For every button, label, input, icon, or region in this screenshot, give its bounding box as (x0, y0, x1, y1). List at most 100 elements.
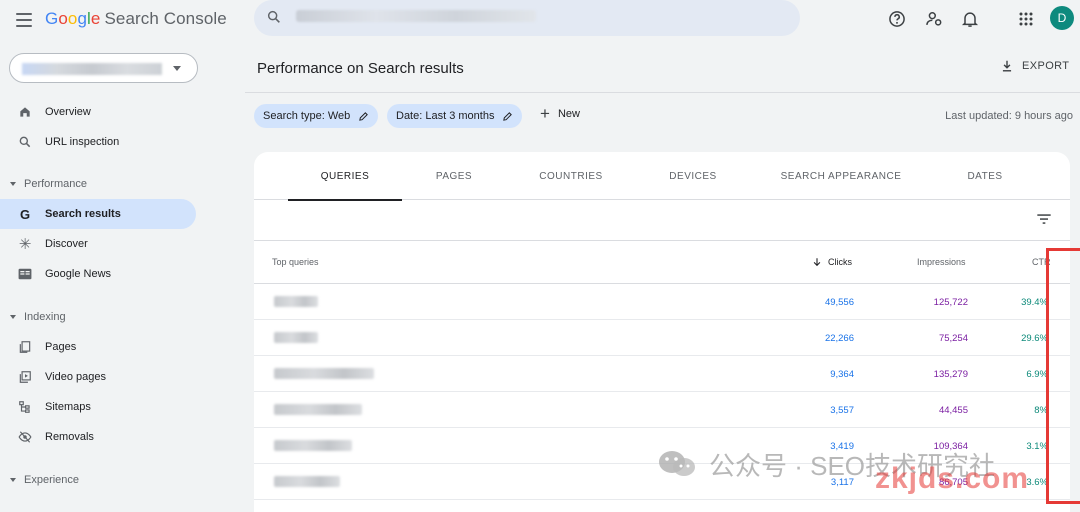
sidebar-item-label: Google News (45, 268, 112, 280)
apps-grid-icon[interactable] (1016, 9, 1036, 29)
property-name-redacted (22, 63, 162, 75)
sidebar-section-performance[interactable]: Performance (10, 178, 87, 190)
asterisk-icon: ✳ (18, 236, 32, 253)
clicks-header-label: Clicks (828, 257, 852, 267)
ctr-cell: 39.4% (1021, 297, 1048, 308)
logo-letter: G (45, 9, 59, 28)
query-text-redacted (274, 368, 374, 379)
impressions-cell: 135,279 (933, 369, 968, 380)
column-header-query[interactable]: Top queries (272, 257, 319, 267)
menu-icon[interactable] (14, 10, 34, 30)
sidebar-item-label: Video pages (45, 371, 106, 383)
sidebar-section-indexing[interactable]: Indexing (10, 311, 66, 323)
impressions-cell: 44,455 (938, 405, 968, 416)
clicks-cell: 22,266 (824, 333, 854, 344)
pencil-icon (503, 111, 513, 121)
tab-dates[interactable]: DATES (948, 152, 1022, 200)
sidebar-item-label: Overview (45, 106, 91, 118)
sitemap-icon (18, 400, 32, 414)
logo-letter: e (90, 9, 101, 28)
tab-search-appearance[interactable]: SEARCH APPEARANCE (770, 152, 912, 200)
avatar[interactable]: D (1050, 6, 1074, 30)
table-header: Top queries Clicks Impressions CTR (254, 240, 1070, 284)
main-content: Performance on Search results EXPORT Sea… (210, 40, 1080, 512)
removal-icon (18, 430, 32, 444)
sidebar-item-label: Search results (45, 208, 121, 220)
clicks-cell: 9,364 (830, 369, 854, 380)
table-row[interactable]: 9,364 135,279 6.9% (254, 356, 1070, 392)
tab-devices[interactable]: DEVICES (648, 152, 738, 200)
sidebar-item-label: Sitemaps (45, 401, 91, 413)
last-updated-text: Last updated: 9 hours ago (945, 110, 1073, 122)
chip-label: Date: Last 3 months (396, 110, 495, 122)
filter-chip-date[interactable]: Date: Last 3 months (387, 104, 523, 128)
news-icon (18, 267, 32, 281)
pages-icon (18, 340, 32, 354)
export-button[interactable]: EXPORT (1000, 59, 1069, 73)
query-text-redacted (274, 404, 362, 415)
filter-chip-search-type[interactable]: Search type: Web (254, 104, 379, 128)
table-row[interactable]: 22,266 75,254 29.6% (254, 320, 1070, 356)
magnify-icon (18, 135, 32, 149)
search-input[interactable] (254, 0, 800, 36)
pencil-icon (359, 111, 369, 121)
sidebar-section-experience[interactable]: Experience (10, 474, 79, 486)
export-label: EXPORT (1022, 60, 1070, 72)
table-row[interactable]: 3,557 44,455 8% (254, 392, 1070, 428)
ctr-cell: 6.9% (1026, 369, 1048, 380)
column-header-clicks[interactable]: Clicks (812, 257, 852, 267)
column-header-impressions[interactable]: Impressions (917, 257, 966, 267)
ctr-highlight-box (1046, 248, 1080, 504)
sidebar-item-video-pages[interactable]: Video pages (0, 362, 196, 392)
arrow-down-icon (813, 258, 821, 267)
sidebar-item-discover[interactable]: ✳ Discover (0, 229, 196, 259)
video-icon (18, 370, 32, 384)
section-label: Performance (24, 178, 87, 190)
section-label: Indexing (24, 311, 66, 323)
impressions-cell: 75,254 (938, 333, 968, 344)
sidebar-item-removals[interactable]: Removals (0, 422, 196, 452)
new-label: New (557, 108, 580, 120)
table-row[interactable]: 49,556 125,722 39.4% (254, 284, 1070, 320)
sidebar-item-label: Removals (45, 431, 94, 443)
plus-icon: + (540, 104, 550, 123)
google-g-icon: G (19, 206, 31, 222)
report-tabs: QUERIES PAGES COUNTRIES DEVICES SEARCH A… (254, 152, 1070, 201)
manage-users-icon[interactable] (924, 9, 944, 29)
caret-down-icon (10, 478, 16, 482)
filter-rows-icon[interactable] (1036, 212, 1052, 226)
tab-pages[interactable]: PAGES (414, 152, 494, 200)
bell-icon[interactable] (960, 9, 980, 29)
impressions-cell: 125,722 (933, 297, 968, 308)
product-name: Search Console (104, 9, 227, 28)
query-text-redacted (274, 296, 318, 307)
app-logo[interactable]: Google Search Console (45, 9, 227, 29)
page-title: Performance on Search results (257, 60, 464, 77)
ctr-cell: 29.6% (1021, 333, 1048, 344)
sidebar-item-pages[interactable]: Pages (0, 332, 196, 362)
watermark-site: zkjds.com (875, 462, 1030, 495)
chevron-down-icon (173, 66, 181, 71)
clicks-cell: 49,556 (824, 297, 854, 308)
new-filter-button[interactable]: + New (540, 104, 580, 123)
clicks-cell: 3,557 (830, 405, 854, 416)
sidebar-item-url-inspection[interactable]: URL inspection (0, 127, 196, 157)
tab-countries[interactable]: COUNTRIES (524, 152, 618, 200)
search-text-redacted (296, 10, 536, 22)
home-icon (18, 105, 32, 119)
search-icon (267, 10, 280, 23)
sidebar-item-search-results[interactable]: G Search results (0, 199, 196, 229)
sidebar-item-label: URL inspection (45, 136, 120, 148)
sidebar-item-label: Pages (45, 341, 77, 353)
property-selector[interactable] (9, 53, 198, 83)
sidebar-item-overview[interactable]: Overview (0, 97, 196, 127)
query-text-redacted (274, 476, 340, 487)
tab-queries[interactable]: QUERIES (288, 152, 402, 201)
caret-down-icon (10, 315, 16, 319)
sidebar-item-google-news[interactable]: Google News (0, 259, 196, 289)
sidebar-item-label: Discover (45, 238, 88, 250)
query-text-redacted (274, 440, 352, 451)
help-icon[interactable] (887, 9, 907, 29)
sidebar-item-sitemaps[interactable]: Sitemaps (0, 392, 196, 422)
wechat-icon (659, 451, 695, 476)
